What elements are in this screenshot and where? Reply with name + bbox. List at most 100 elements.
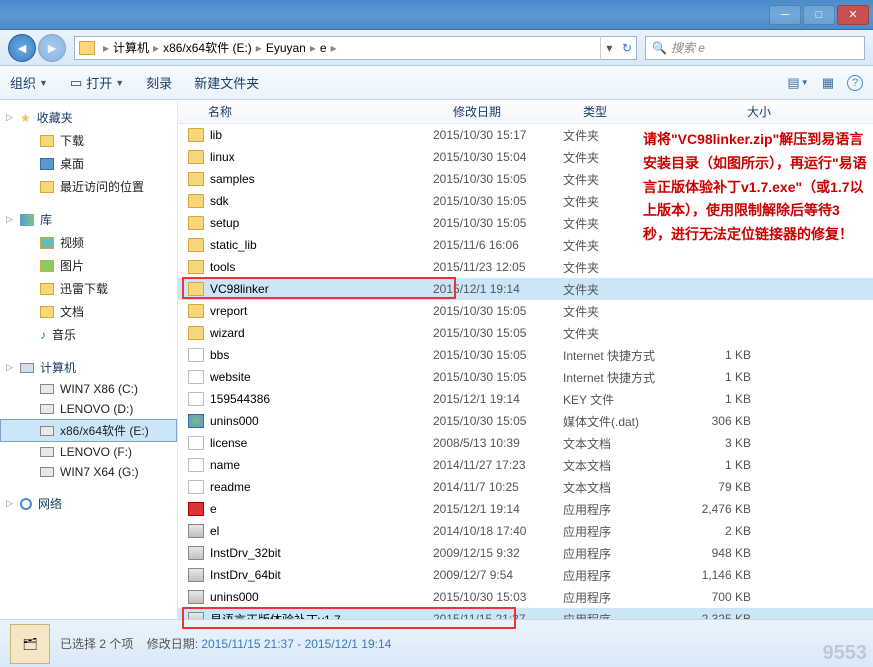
network-icon (20, 498, 32, 510)
file-name: 易语言正版体验补丁v1.7 (210, 611, 341, 620)
file-date: 2014/10/18 17:40 (433, 524, 563, 538)
sidebar-item-pictures[interactable]: 图片 (0, 254, 177, 277)
multi-file-icon: 🗂 (10, 624, 50, 664)
file-name: sdk (210, 194, 229, 208)
status-bar: 🗂 已选择 2 个项 修改日期: 2015/11/15 21:37 - 2015… (0, 619, 873, 667)
file-name: name (210, 458, 240, 472)
ico-icon (188, 414, 204, 428)
col-size[interactable]: 大小 (701, 103, 781, 120)
file-row[interactable]: wizard2015/10/30 15:05文件夹 (178, 322, 873, 344)
column-headers[interactable]: 名称 修改日期 类型 大小 (178, 100, 873, 124)
drive-icon (40, 384, 54, 394)
sidebar-item-c[interactable]: WIN7 X86 (C:) (0, 379, 177, 399)
file-type: 文件夹 (563, 215, 681, 232)
file-row[interactable]: el2014/10/18 17:40应用程序2 KB (178, 520, 873, 542)
crumb-1[interactable]: x86/x64软件 (E:) (163, 39, 252, 56)
search-input[interactable]: 🔍 搜索 e (645, 36, 865, 60)
col-type[interactable]: 类型 (583, 103, 701, 120)
back-button[interactable]: ◄ (8, 34, 36, 62)
file-row[interactable]: setup2015/10/30 15:05文件夹 (178, 212, 873, 234)
file-size: 3 KB (681, 436, 761, 450)
file-size: 948 KB (681, 546, 761, 560)
file-row[interactable]: e2015/12/1 19:14应用程序2,476 KB (178, 498, 873, 520)
col-date[interactable]: 修改日期 (453, 103, 583, 120)
crumb-2[interactable]: Eyuyan (266, 41, 306, 55)
file-row[interactable]: linux2015/10/30 15:04文件夹 (178, 146, 873, 168)
address-bar[interactable]: ▸ 计算机 ▸ x86/x64软件 (E:) ▸ Eyuyan ▸ e ▸ ▾ … (74, 36, 637, 60)
txt-icon (188, 458, 204, 472)
file-date: 2009/12/15 9:32 (433, 546, 563, 560)
refresh-icon[interactable]: ↻ (622, 41, 632, 55)
file-type: 文件夹 (563, 127, 681, 144)
sidebar: ▷★收藏夹 下载 桌面 最近访问的位置 ▷库 视频 图片 迅雷下载 文档 ♪音乐… (0, 100, 178, 619)
file-size: 2,476 KB (681, 502, 761, 516)
file-size: 79 KB (681, 480, 761, 494)
folder-icon (188, 194, 204, 208)
view-button[interactable]: ▤▼ (787, 73, 809, 93)
file-date: 2015/10/30 15:04 (433, 150, 563, 164)
sidebar-item-d[interactable]: LENOVO (D:) (0, 399, 177, 419)
sidebar-item-docs[interactable]: 文档 (0, 300, 177, 323)
txt-icon (188, 480, 204, 494)
file-icon (188, 392, 204, 406)
sidebar-libraries[interactable]: ▷库 (0, 208, 177, 231)
sidebar-computer[interactable]: ▷计算机 (0, 356, 177, 379)
file-row[interactable]: 1595443862015/12/1 19:14KEY 文件1 KB (178, 388, 873, 410)
sidebar-item-f[interactable]: LENOVO (F:) (0, 442, 177, 462)
file-type: 文件夹 (563, 259, 681, 276)
folder-icon (188, 304, 204, 318)
address-dropdown[interactable]: ▾ (600, 36, 618, 60)
sidebar-favorites[interactable]: ▷★收藏夹 (0, 106, 177, 129)
file-row[interactable]: unins0002015/10/30 15:05媒体文件(.dat)306 KB (178, 410, 873, 432)
file-row[interactable]: 易语言正版体验补丁v1.72015/11/15 21:37应用程序2,325 K… (178, 608, 873, 619)
file-row[interactable]: sdk2015/10/30 15:05文件夹 (178, 190, 873, 212)
file-row[interactable]: VC98linker2015/12/1 19:14文件夹 (178, 278, 873, 300)
file-row[interactable]: lib2015/10/30 15:17文件夹 (178, 124, 873, 146)
file-row[interactable]: InstDrv_64bit2009/12/7 9:54应用程序1,146 KB (178, 564, 873, 586)
video-icon (40, 237, 54, 249)
computer-icon (20, 363, 34, 373)
file-name: wizard (210, 326, 245, 340)
help-button[interactable]: ? (847, 75, 863, 91)
preview-pane-button[interactable]: ▦ (817, 73, 839, 93)
file-row[interactable]: vreport2015/10/30 15:05文件夹 (178, 300, 873, 322)
file-row[interactable]: static_lib2015/11/6 16:06文件夹 (178, 234, 873, 256)
sidebar-item-downloads[interactable]: 下载 (0, 129, 177, 152)
folder-icon (188, 326, 204, 340)
crumb-root[interactable]: 计算机 (113, 39, 149, 56)
file-row[interactable]: tools2015/11/23 12:05文件夹 (178, 256, 873, 278)
sidebar-item-thunder[interactable]: 迅雷下载 (0, 277, 177, 300)
file-icon (188, 348, 204, 362)
file-row[interactable]: license2008/5/13 10:39文本文档3 KB (178, 432, 873, 454)
maximize-button[interactable]: □ (803, 5, 835, 25)
file-date: 2015/11/6 16:06 (433, 238, 563, 252)
newfolder-button[interactable]: 新建文件夹 (194, 73, 259, 92)
file-row[interactable]: bbs2015/10/30 15:05Internet 快捷方式1 KB (178, 344, 873, 366)
sidebar-item-videos[interactable]: 视频 (0, 231, 177, 254)
search-placeholder: 搜索 e (671, 39, 705, 56)
music-icon: ♪ (40, 328, 46, 342)
drive-icon (40, 404, 54, 414)
forward-button[interactable]: ► (38, 34, 66, 62)
close-button[interactable]: ✕ (837, 5, 869, 25)
file-row[interactable]: unins0002015/10/30 15:03应用程序700 KB (178, 586, 873, 608)
file-type: 应用程序 (563, 567, 681, 584)
burn-button[interactable]: 刻录 (146, 73, 172, 92)
file-row[interactable]: InstDrv_32bit2009/12/15 9:32应用程序948 KB (178, 542, 873, 564)
file-row[interactable]: samples2015/10/30 15:05文件夹 (178, 168, 873, 190)
sidebar-item-recent[interactable]: 最近访问的位置 (0, 175, 177, 198)
sidebar-item-g[interactable]: WIN7 X64 (G:) (0, 462, 177, 482)
sidebar-item-e[interactable]: x86/x64软件 (E:) (0, 419, 177, 442)
col-name[interactable]: 名称 (208, 103, 453, 120)
exe-icon (188, 546, 204, 560)
sidebar-item-desktop[interactable]: 桌面 (0, 152, 177, 175)
minimize-button[interactable]: ─ (769, 5, 801, 25)
organize-button[interactable]: 组织▼ (10, 73, 48, 92)
file-row[interactable]: name2014/11/27 17:23文本文档1 KB (178, 454, 873, 476)
open-button[interactable]: ▭打开▼ (70, 73, 124, 92)
sidebar-network[interactable]: ▷网络 (0, 492, 177, 515)
file-row[interactable]: readme2014/11/7 10:25文本文档79 KB (178, 476, 873, 498)
crumb-3[interactable]: e (320, 41, 327, 55)
sidebar-item-music[interactable]: ♪音乐 (0, 323, 177, 346)
file-row[interactable]: website2015/10/30 15:05Internet 快捷方式1 KB (178, 366, 873, 388)
